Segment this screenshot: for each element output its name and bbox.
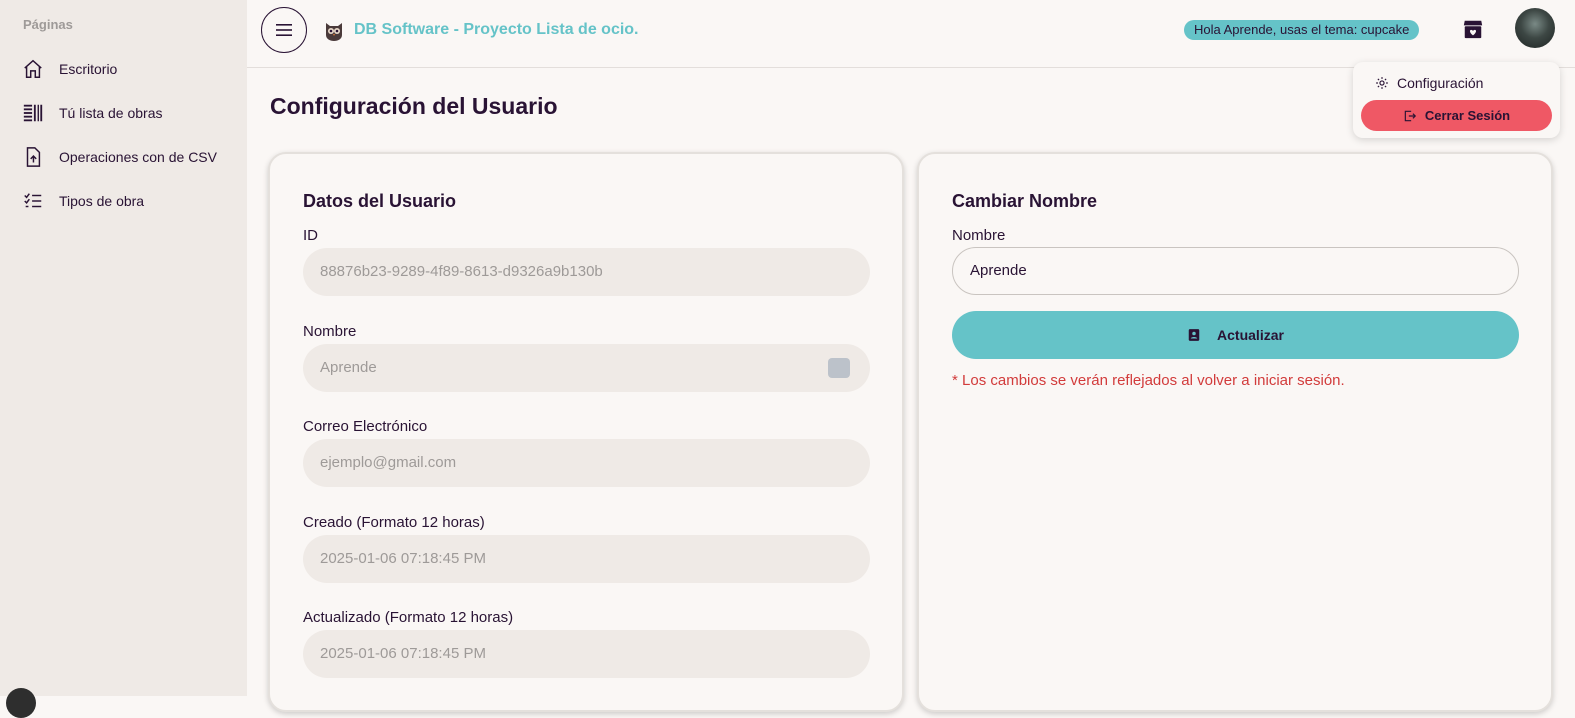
home-icon [24,59,42,78]
field-label-id: ID [303,227,318,244]
app-title[interactable]: DB Software - Proyecto Lista de ocio. [354,21,639,39]
card-title: Datos del Usuario [303,191,457,211]
topbar: DB Software - Proyecto Lista de ocio. Ho… [247,0,1575,68]
menu-button[interactable] [261,7,307,53]
relogin-note: * Los cambios se verán reflejados al vol… [952,372,1345,389]
sidebar-item-escritorio[interactable]: Escritorio [0,49,247,89]
avatar[interactable] [1515,8,1555,48]
sidebar: Páginas Escritorio Tú lista de obras Ope… [0,0,247,718]
sidebar-item-label: Tú lista de obras [59,105,163,121]
name-input[interactable]: Aprende [952,247,1519,295]
checklist-icon [24,193,42,208]
name-field-value: Aprende [320,359,377,376]
updated-field: 2025-01-06 07:18:45 PM [303,630,870,678]
sidebar-item-label: Escritorio [59,61,118,77]
theme-toggle-button[interactable] [6,688,36,718]
field-label-correo: Correo Electrónico [303,418,428,435]
field-label-creado: Creado (Formato 12 horas) [303,514,485,531]
sidebar-item-tipos-obra[interactable]: Tipos de obra [0,181,247,221]
field-label-nombre: Nombre [303,323,357,340]
hamburger-icon [276,24,292,36]
theme-greeting-badge: Hola Aprende, usas el tema: cupcake [1184,20,1420,40]
sidebar-item-label: Tipos de obra [59,193,145,209]
update-button[interactable]: Actualizar [952,311,1519,359]
user-data-card: Datos del Usuario ID 88876b23-9289-4f89-… [268,152,904,712]
card-title: Cambiar Nombre [952,191,1098,211]
owl-logo-icon [326,23,342,41]
contact-book-icon [1188,329,1200,341]
password-manager-icon[interactable] [828,358,850,378]
change-name-card: Cambiar Nombre Nombre Aprende Actualizar… [917,152,1553,712]
settings-menu-item[interactable]: Configuración [1375,72,1483,94]
list-columns-icon [23,104,43,122]
email-field: ejemplo@gmail.com [303,439,870,487]
logout-icon [1404,110,1416,121]
user-dropdown-menu: Configuración Cerrar Sesión [1353,62,1560,138]
id-field: 88876b23-9289-4f89-8613-d9326a9b130b [303,248,870,296]
sidebar-item-csv[interactable]: Operaciones con de CSV [0,137,247,177]
field-label-nombre: Nombre [952,227,1006,244]
store-icon[interactable] [1462,18,1484,40]
logout-button[interactable]: Cerrar Sesión [1361,100,1552,131]
field-label-actualizado: Actualizado (Formato 12 horas) [303,609,514,626]
logout-label: Cerrar Sesión [1424,108,1511,123]
name-field-readonly: Aprende [303,344,870,392]
sidebar-item-lista-obras[interactable]: Tú lista de obras [0,93,247,133]
sidebar-item-label: Operaciones con de CSV [59,149,217,165]
file-upload-icon [26,147,41,167]
page-title: Configuración del Usuario [270,93,558,119]
settings-menu-label: Configuración [1397,75,1484,91]
update-button-label: Actualizar [1217,327,1284,343]
gear-icon [1376,77,1388,89]
sidebar-title: Páginas [23,17,73,32]
created-field: 2025-01-06 07:18:45 PM [303,535,870,583]
